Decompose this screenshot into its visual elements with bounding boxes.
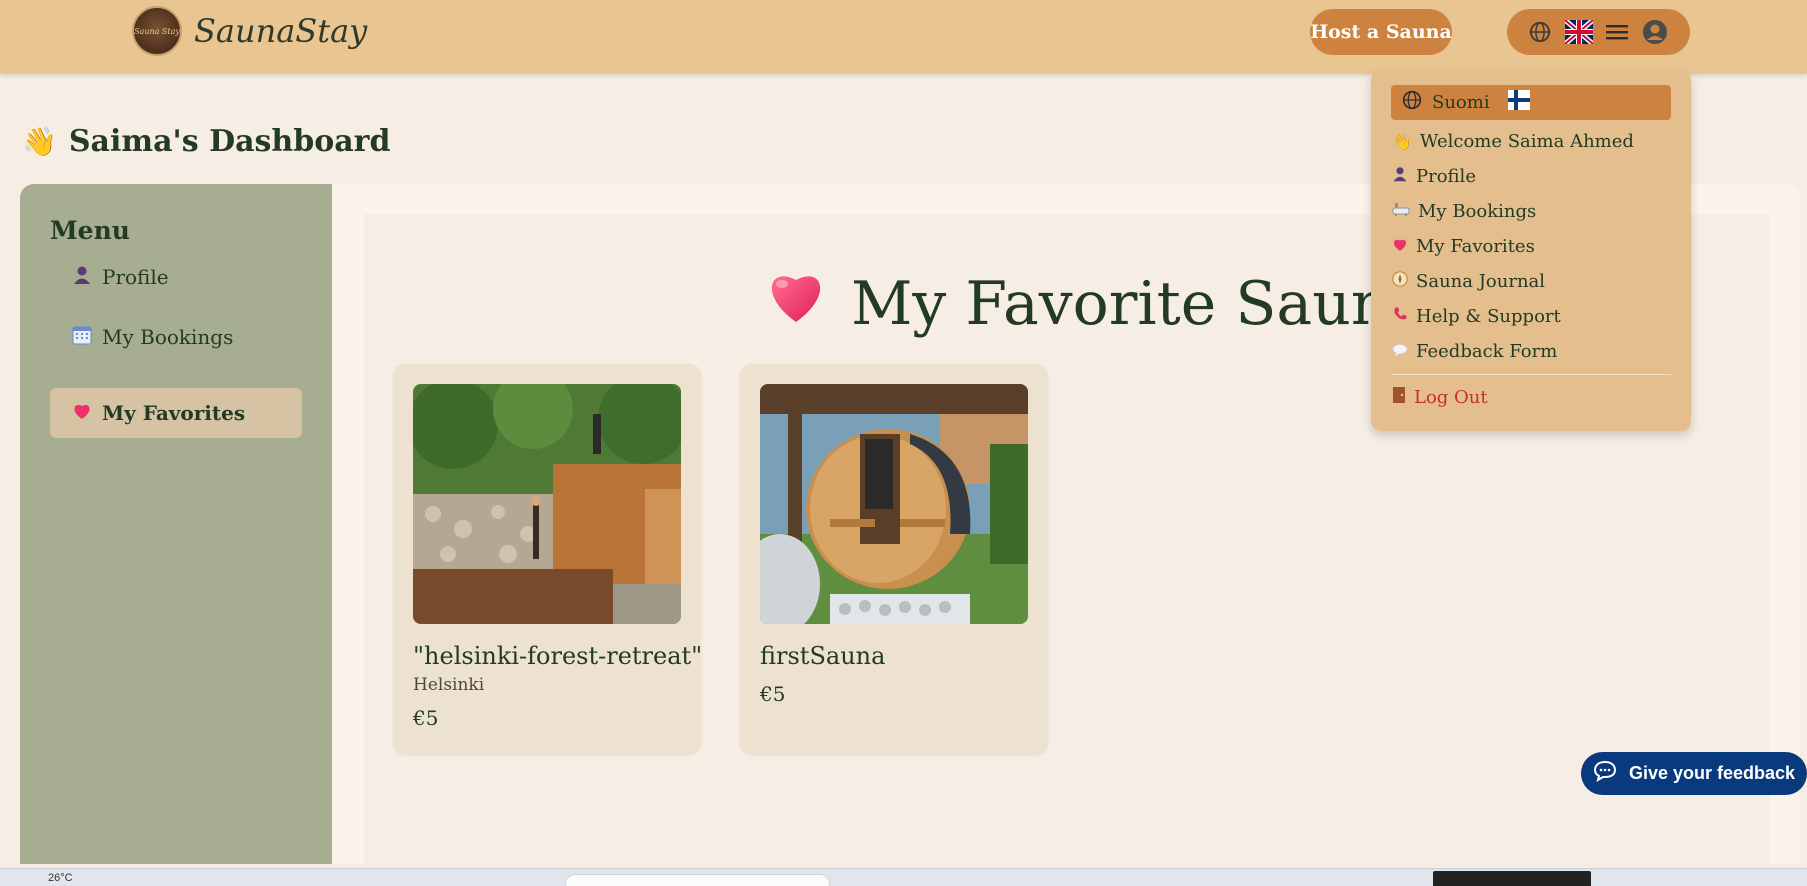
bathtub-icon (1392, 201, 1410, 222)
dropdown-item-profile[interactable]: Profile (1392, 163, 1476, 189)
weather-temperature: 26°C (48, 872, 73, 884)
sidebar-item-my-favorites[interactable]: My Favorites (50, 388, 302, 438)
waving-hand-icon: 👋 (22, 125, 57, 158)
heart-icon (1392, 236, 1408, 257)
sidebar-item-profile[interactable]: Profile (50, 252, 302, 302)
door-icon (1392, 386, 1406, 409)
sidebar: Menu Profile My Bookings My Favorites (20, 184, 332, 864)
globe-icon (1402, 90, 1422, 115)
saunastay-logo[interactable]: Sauna Stay (132, 6, 182, 56)
heart-icon (765, 268, 827, 339)
sidebar-menu-title: Menu (50, 216, 130, 245)
dropdown-item-feedback-form[interactable]: Feedback Form (1392, 338, 1557, 364)
dropdown-item-label: Sauna Journal (1416, 270, 1546, 292)
os-taskbar: 26°C (0, 868, 1807, 886)
sidebar-item-my-bookings[interactable]: My Bookings (50, 312, 302, 362)
top-navbar: Sauna Stay SaunaStay Host a Sauna (0, 0, 1807, 74)
logo-text: Sauna Stay (134, 26, 180, 36)
uk-flag-icon[interactable] (1564, 20, 1593, 44)
dropdown-item-label: My Favorites (1416, 235, 1535, 257)
language-selector[interactable]: Suomi (1391, 85, 1671, 120)
dropdown-divider (1391, 374, 1671, 375)
language-label: Suomi (1432, 92, 1490, 113)
sauna-name[interactable]: firstSauna (760, 642, 885, 670)
calendar-icon (72, 325, 92, 350)
dropdown-item-my-bookings[interactable]: My Bookings (1392, 198, 1536, 224)
speech-bubble-icon (1392, 341, 1408, 362)
sidebar-item-label: My Bookings (102, 325, 234, 349)
dropdown-item-my-favorites[interactable]: My Favorites (1392, 233, 1535, 259)
dropdown-item-help-support[interactable]: Help & Support (1392, 303, 1561, 329)
dropdown-welcome: 👋 Welcome Saima Ahmed (1392, 128, 1634, 154)
sauna-photo[interactable] (413, 384, 681, 624)
favorites-heading-text: My Favorite Saunas (851, 268, 1457, 339)
sauna-price: €5 (760, 682, 786, 706)
globe-icon[interactable] (1529, 21, 1551, 43)
sauna-photo[interactable] (760, 384, 1028, 624)
wave-icon: 👋 (1392, 131, 1412, 151)
host-a-sauna-button[interactable]: Host a Sauna (1310, 9, 1452, 55)
give-feedback-button[interactable]: Give your feedback (1581, 752, 1807, 795)
chat-bubble-icon (1593, 760, 1617, 787)
dropdown-item-sauna-journal[interactable]: Sauna Journal (1392, 268, 1545, 294)
dropdown-item-label: My Bookings (1418, 200, 1537, 222)
user-avatar-icon[interactable] (1642, 19, 1668, 45)
user-dropdown-menu: Suomi 👋 Welcome Saima Ahmed Profile My B… (1371, 70, 1691, 431)
phone-icon (1392, 306, 1408, 327)
finland-flag-icon (1507, 90, 1530, 115)
brand[interactable]: Sauna Stay SaunaStay (132, 6, 367, 56)
page-title: 👋 Saima's Dashboard (22, 124, 390, 159)
favorite-sauna-card[interactable]: "helsinki-forest-retreat" Helsinki €5 (393, 364, 702, 754)
person-icon (1392, 166, 1408, 187)
dropdown-item-log-out[interactable]: Log Out (1392, 384, 1488, 410)
compass-icon (1392, 270, 1408, 292)
heart-icon (72, 401, 92, 425)
give-feedback-label: Give your feedback (1628, 763, 1796, 783)
dropdown-item-label: Welcome Saima Ahmed (1419, 130, 1634, 152)
user-menu-pill[interactable] (1507, 9, 1690, 55)
sauna-name[interactable]: "helsinki-forest-retreat" (413, 642, 702, 670)
sidebar-item-label: My Favorites (102, 401, 246, 425)
person-icon (72, 265, 92, 290)
dropdown-item-label: Feedback Form (1416, 340, 1558, 362)
sidebar-item-label: Profile (102, 265, 169, 289)
sauna-city: Helsinki (413, 675, 485, 695)
dropdown-item-label: Profile (1416, 165, 1476, 187)
sauna-price: €5 (413, 706, 439, 730)
hamburger-menu-icon[interactable] (1606, 22, 1629, 42)
dropdown-item-label: Log Out (1414, 386, 1488, 408)
system-tray[interactable] (1433, 871, 1591, 886)
brand-name[interactable]: SaunaStay (194, 12, 367, 50)
taskbar-search[interactable] (565, 874, 830, 886)
page-title-text: Saima's Dashboard (68, 124, 391, 159)
favorites-heading: My Favorite Saunas (765, 268, 1456, 339)
dropdown-item-label: Help & Support (1416, 305, 1561, 327)
favorite-sauna-card[interactable]: firstSauna €5 (740, 364, 1048, 754)
